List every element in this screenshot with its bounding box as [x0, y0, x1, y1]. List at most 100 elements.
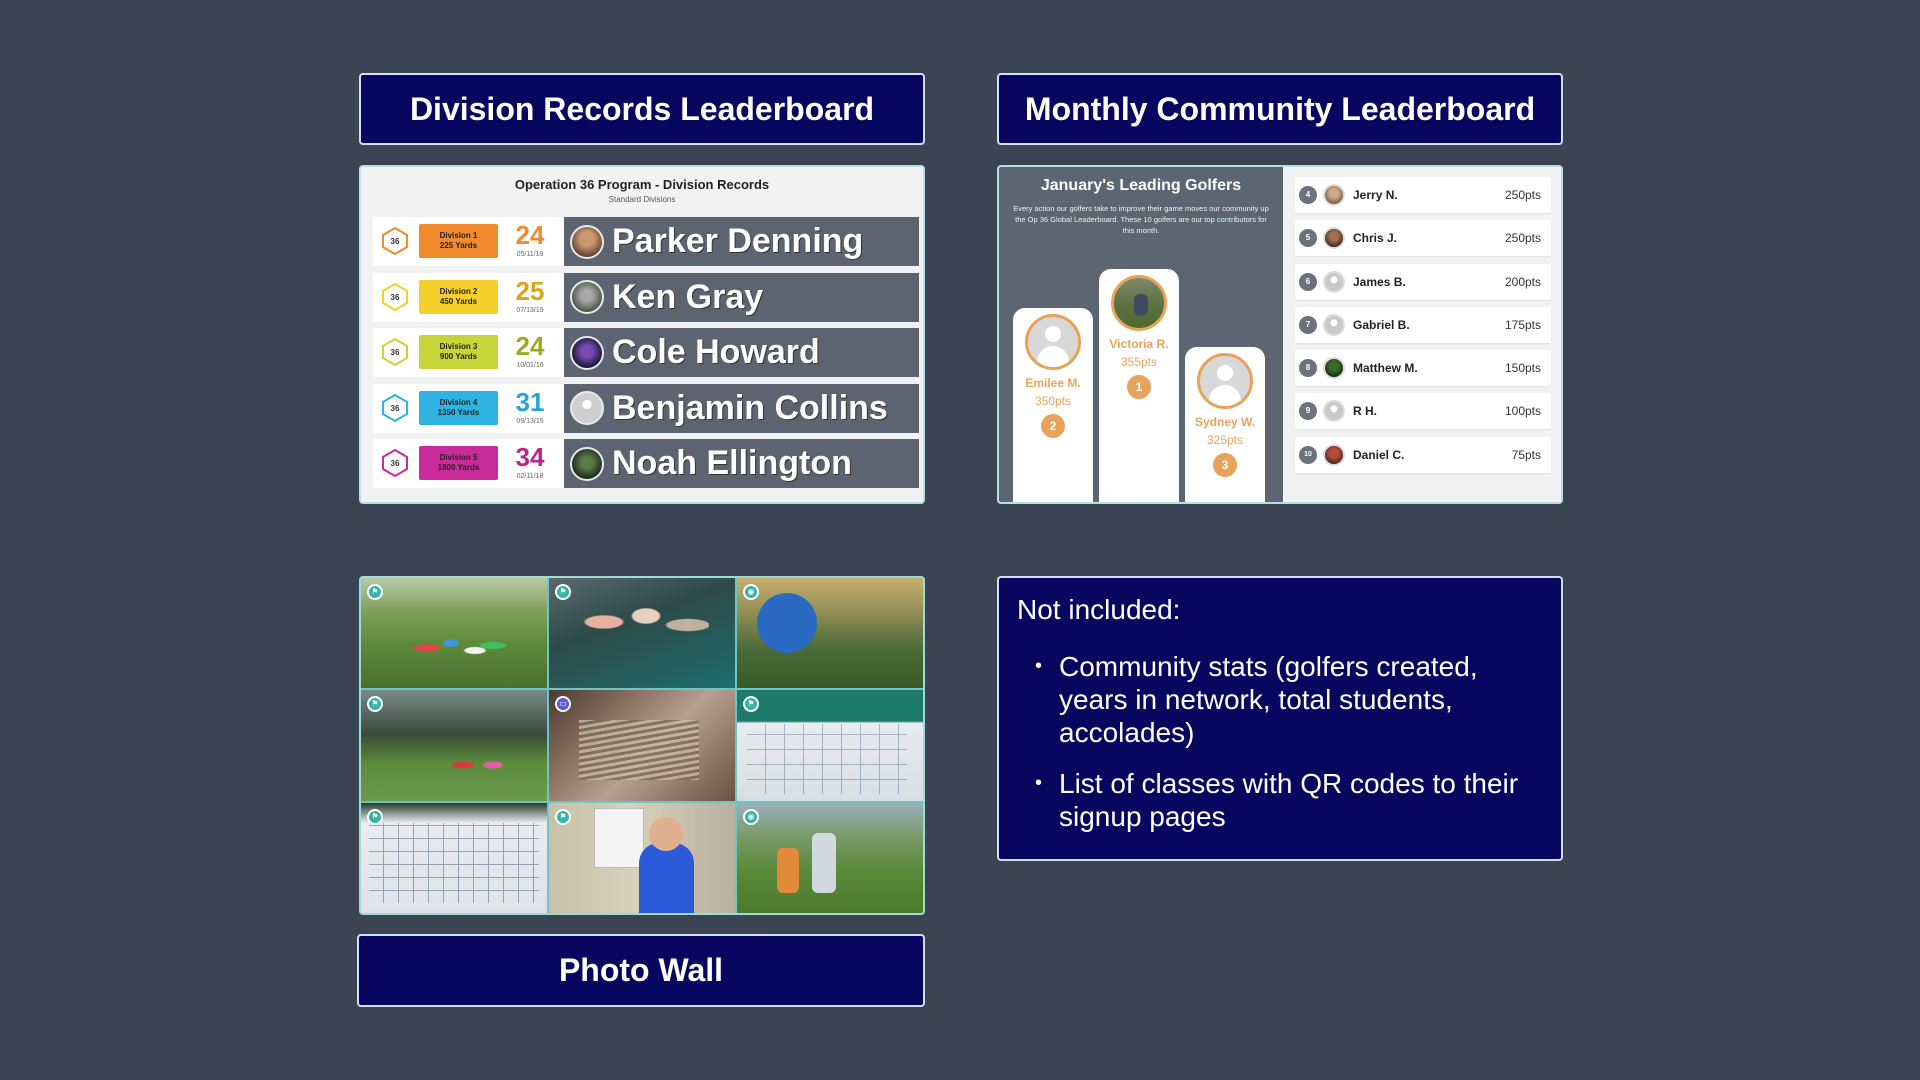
- photo-tile[interactable]: ◉: [737, 802, 923, 913]
- monthly-leaderboard-title-text: Monthly Community Leaderboard: [1024, 90, 1536, 127]
- list-item: 4 Jerry N. 250pts: [1295, 177, 1551, 213]
- op36-hex-icon: 36: [382, 393, 408, 422]
- svg-text:36: 36: [391, 459, 400, 468]
- division-yards: 900 Yards: [439, 352, 478, 361]
- rank-badge: 7: [1299, 315, 1317, 334]
- photo-tile[interactable]: ⚑: [737, 690, 923, 801]
- list-item: 6 James B. 200pts: [1295, 263, 1551, 300]
- avatar: [570, 446, 604, 481]
- list-item: • Community stats (golfers created, year…: [1035, 650, 1543, 749]
- camera-icon: ◉: [743, 584, 759, 600]
- list-item: 9 R H. 100pts: [1295, 393, 1551, 430]
- division-badge: Division 5 1800 Yards: [419, 446, 498, 480]
- svg-text:36: 36: [391, 348, 400, 357]
- list-item: • List of classes with QR codes to their…: [1035, 767, 1543, 833]
- division-label: Division 3: [439, 342, 478, 351]
- record-holder-name: Ken Gray: [612, 277, 764, 316]
- avatar-placeholder-icon: [1197, 353, 1253, 409]
- podium-name: Emilee M.: [1025, 376, 1081, 390]
- podium-points: 355pts: [1120, 355, 1158, 369]
- division-score: 34: [515, 442, 545, 472]
- rank-badge: 8: [1299, 359, 1317, 378]
- division-row: 36 Division 3 900 Yards 24 10/01/16 Cole …: [373, 328, 919, 377]
- golfer-points: 150pts: [1504, 361, 1541, 376]
- division-records-panel: Operation 36 Program - Division Records …: [359, 165, 925, 504]
- avatar-placeholder-icon: [1323, 400, 1345, 423]
- list-item: 10 Daniel C. 75pts: [1295, 436, 1551, 473]
- division-badge: Division 3 900 Yards: [419, 335, 498, 369]
- not-included-box: Not included: • Community stats (golfers…: [997, 576, 1563, 861]
- division-badge: Division 1 225 Yards: [419, 224, 498, 258]
- svg-text:36: 36: [391, 237, 400, 246]
- avatar-placeholder-icon: [1323, 270, 1345, 293]
- photo-tile[interactable]: ◉: [737, 578, 923, 689]
- record-holder-name: Noah Ellington: [612, 444, 852, 482]
- podium-name: Victoria R.: [1109, 337, 1169, 351]
- record-holder-bar: Parker Denning: [564, 217, 919, 266]
- monthly-leaderboard-panel: January's Leading Golfers Every action o…: [997, 165, 1563, 504]
- avatar: [570, 335, 604, 370]
- podium-rank-badge: 2: [1041, 414, 1065, 438]
- rank-badge: 9: [1299, 402, 1317, 421]
- avatar-placeholder-icon: [570, 391, 604, 425]
- golfer-points: 200pts: [1504, 274, 1541, 289]
- photo-tile[interactable]: ⚑: [361, 690, 547, 801]
- division-score: 24: [515, 220, 545, 250]
- rank-badge: 6: [1299, 272, 1317, 291]
- record-holder-name: Cole Howard: [612, 333, 820, 371]
- rank-badge: 5: [1299, 229, 1317, 248]
- not-included-item-text: Community stats (golfers created, years …: [1059, 651, 1478, 748]
- photo-wall-panel: ⚑ ⚑ ◉ ⚑ ▭ ⚑ ⚑ ⚑ ◉: [359, 576, 925, 915]
- avatar: [1323, 443, 1345, 466]
- division-records-title: Division Records Leaderboard: [359, 73, 925, 145]
- photo-tile[interactable]: ⚑: [549, 578, 735, 689]
- division-date: 05/11/19: [516, 251, 544, 258]
- photo-tile[interactable]: ⚑: [361, 578, 547, 689]
- photo-wall-title: Photo Wall: [357, 934, 925, 1007]
- flag-icon: ⚑: [367, 584, 383, 600]
- photo-tile[interactable]: ▭: [549, 690, 735, 801]
- division-records-heading: Operation 36 Program - Division Records: [514, 177, 770, 192]
- list-item: 8 Matthew M. 150pts: [1295, 350, 1551, 387]
- division-records-list: 36 Division 1 225 Yards 24 05/11/19 Parke…: [373, 217, 919, 495]
- monthly-description: Every action our golfers take to improve…: [1013, 204, 1269, 235]
- photo-wall-title-text: Photo Wall: [558, 952, 724, 988]
- flag-icon: ⚑: [743, 696, 759, 713]
- rank-badge: 4: [1299, 186, 1317, 204]
- division-yards: 225 Yards: [439, 241, 478, 250]
- division-row: 36 Division 4 1350 Yards 31 09/13/15 Benj…: [373, 383, 919, 433]
- podium-points: 350pts: [1034, 394, 1072, 408]
- golfer-name: Chris J.: [1353, 231, 1398, 246]
- division-records-title-text: Division Records Leaderboard: [409, 90, 875, 127]
- flag-icon: ⚑: [555, 584, 571, 600]
- division-yards: 1350 Yards: [437, 407, 480, 417]
- division-label: Division 1: [439, 231, 478, 240]
- division-score: 25: [515, 275, 545, 306]
- photo-tile[interactable]: ⚑: [361, 802, 547, 913]
- avatar-placeholder-icon: [1323, 313, 1345, 336]
- bullet-icon: •: [1035, 655, 1043, 677]
- golfer-name: Jerry N.: [1353, 188, 1398, 202]
- record-holder-bar: Benjamin Collins: [564, 383, 919, 433]
- photo-tile[interactable]: ⚑: [549, 802, 735, 913]
- monthly-leaderboard-title: Monthly Community Leaderboard: [997, 73, 1563, 145]
- division-row: 36 Division 2 450 Yards 25 07/13/19 Ken G…: [373, 272, 919, 322]
- camera-icon: ◉: [743, 808, 759, 825]
- svg-text:36: 36: [391, 404, 400, 413]
- division-row: 36 Division 1 225 Yards 24 05/11/19 Parke…: [373, 217, 919, 266]
- division-date: 02/11/18: [516, 473, 544, 480]
- op36-hex-icon: 36: [382, 449, 408, 477]
- op36-hex-icon: 36: [382, 227, 408, 255]
- not-included-list: • Community stats (golfers created, year…: [1017, 650, 1543, 833]
- division-badge: Division 2 450 Yards: [419, 279, 498, 314]
- avatar-placeholder-icon: [1025, 314, 1081, 370]
- golfer-points: 250pts: [1504, 188, 1541, 202]
- golfer-name: Daniel C.: [1353, 447, 1405, 462]
- division-yards: 450 Yards: [439, 296, 478, 306]
- podium-rank-badge: 3: [1213, 453, 1237, 477]
- avatar: [1323, 227, 1345, 250]
- not-included-heading: Not included:: [1017, 594, 1181, 625]
- list-item: 7 Gabriel B. 175pts: [1295, 306, 1551, 343]
- record-holder-bar: Cole Howard: [564, 328, 919, 377]
- golfer-points: 100pts: [1504, 404, 1541, 419]
